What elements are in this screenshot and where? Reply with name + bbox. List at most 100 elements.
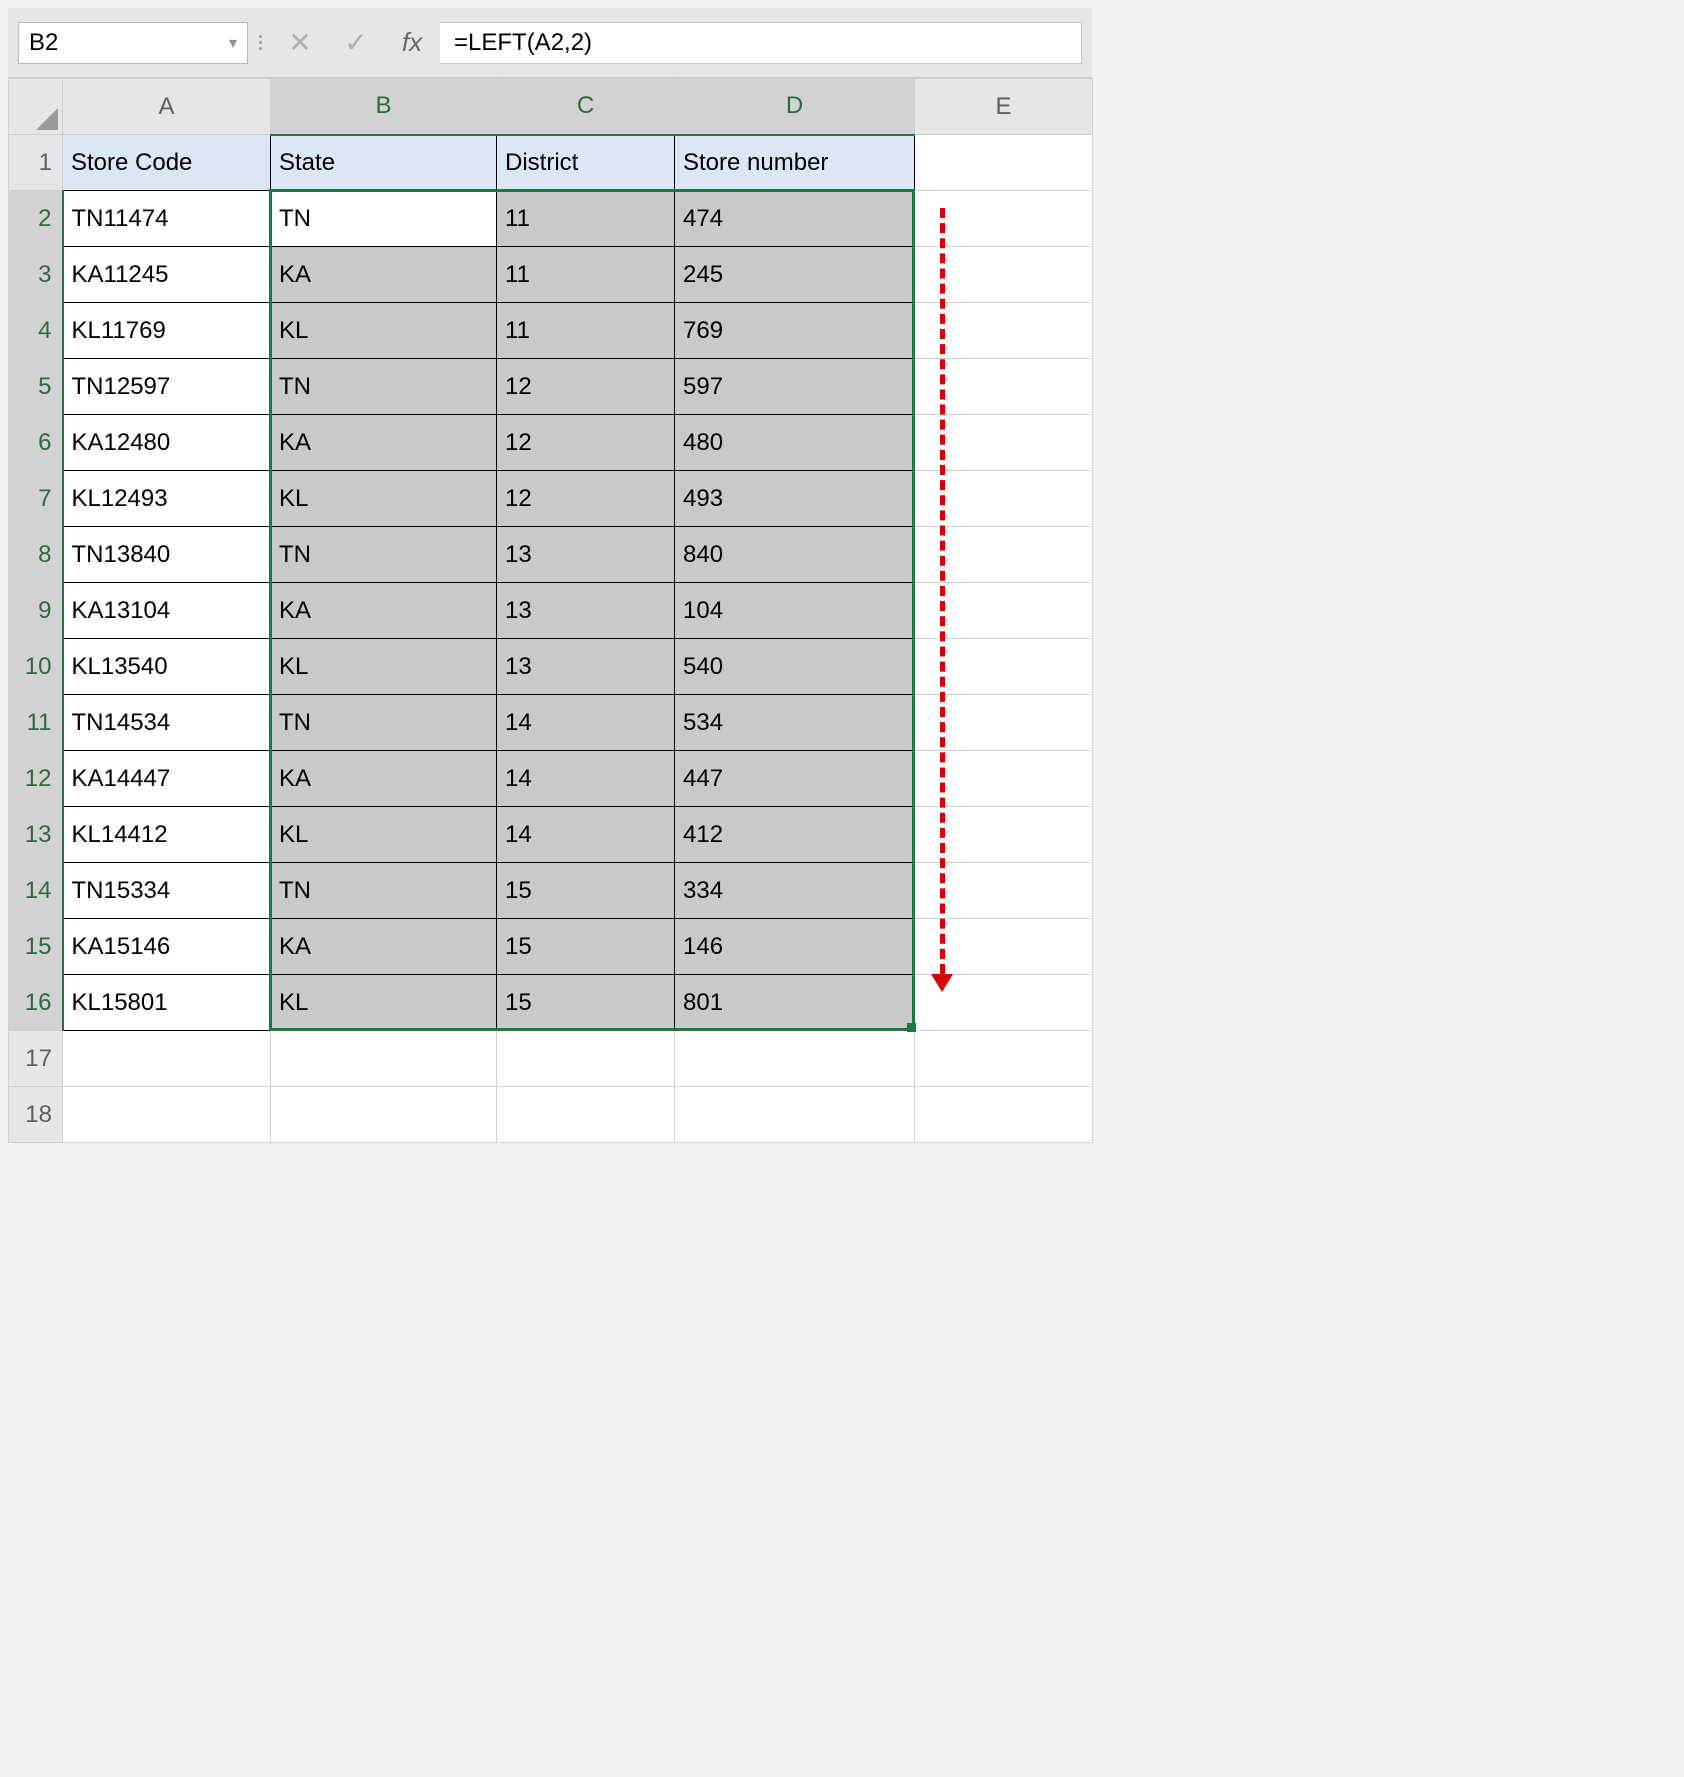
cell-D8[interactable]: 840 (675, 527, 915, 583)
select-all-corner[interactable] (9, 79, 63, 135)
cell-A4[interactable]: KL11769 (63, 303, 271, 359)
row-header[interactable]: 10 (9, 639, 63, 695)
cell-E18[interactable] (915, 1087, 1093, 1143)
cell-D18[interactable] (675, 1087, 915, 1143)
name-box-dropdown-icon[interactable]: ▾ (229, 33, 237, 53)
cell-D3[interactable]: 245 (675, 247, 915, 303)
cell-E13[interactable] (915, 807, 1093, 863)
row-header[interactable]: 2 (9, 191, 63, 247)
row-header[interactable]: 8 (9, 527, 63, 583)
cell-E11[interactable] (915, 695, 1093, 751)
cell-B4[interactable]: KL (271, 303, 497, 359)
cell-C15[interactable]: 15 (497, 919, 675, 975)
cell-A5[interactable]: TN12597 (63, 359, 271, 415)
cell-C6[interactable]: 12 (497, 415, 675, 471)
cell-A16[interactable]: KL15801 (63, 975, 271, 1031)
spreadsheet-grid[interactable]: A B C D E 1Store CodeStateDistrictStore … (8, 78, 1092, 1143)
cell-D1[interactable]: Store number (675, 135, 915, 191)
cell-C1[interactable]: District (497, 135, 675, 191)
cell-A2[interactable]: TN11474 (63, 191, 271, 247)
cell-A11[interactable]: TN14534 (63, 695, 271, 751)
cell-C7[interactable]: 12 (497, 471, 675, 527)
row-header[interactable]: 11 (9, 695, 63, 751)
cell-E12[interactable] (915, 751, 1093, 807)
cell-E4[interactable] (915, 303, 1093, 359)
col-header-A[interactable]: A (63, 79, 271, 135)
cell-B6[interactable]: KA (271, 415, 497, 471)
cell-A14[interactable]: TN15334 (63, 863, 271, 919)
cell-A1[interactable]: Store Code (63, 135, 271, 191)
cell-B15[interactable]: KA (271, 919, 497, 975)
cell-D12[interactable]: 447 (675, 751, 915, 807)
row-header[interactable]: 3 (9, 247, 63, 303)
formula-cancel-button[interactable]: ✕ (272, 22, 328, 64)
cell-D5[interactable]: 597 (675, 359, 915, 415)
cell-E9[interactable] (915, 583, 1093, 639)
cell-D16[interactable]: 801 (675, 975, 915, 1031)
formula-enter-button[interactable]: ✓ (328, 22, 384, 64)
cell-D17[interactable] (675, 1031, 915, 1087)
row-header[interactable]: 12 (9, 751, 63, 807)
cell-E6[interactable] (915, 415, 1093, 471)
row-header[interactable]: 5 (9, 359, 63, 415)
cell-A13[interactable]: KL14412 (63, 807, 271, 863)
cell-C17[interactable] (497, 1031, 675, 1087)
row-header[interactable]: 4 (9, 303, 63, 359)
cell-B11[interactable]: TN (271, 695, 497, 751)
cell-C2[interactable]: 11 (497, 191, 675, 247)
cell-D13[interactable]: 412 (675, 807, 915, 863)
cell-A15[interactable]: KA15146 (63, 919, 271, 975)
row-header[interactable]: 7 (9, 471, 63, 527)
cell-B1[interactable]: State (271, 135, 497, 191)
cell-B2[interactable]: TN (271, 191, 497, 247)
col-header-B[interactable]: B (271, 79, 497, 135)
cell-E15[interactable] (915, 919, 1093, 975)
row-header[interactable]: 9 (9, 583, 63, 639)
cell-D9[interactable]: 104 (675, 583, 915, 639)
cell-A9[interactable]: KA13104 (63, 583, 271, 639)
cell-B12[interactable]: KA (271, 751, 497, 807)
cell-A3[interactable]: KA11245 (63, 247, 271, 303)
cell-D7[interactable]: 493 (675, 471, 915, 527)
cell-D10[interactable]: 540 (675, 639, 915, 695)
cell-D6[interactable]: 480 (675, 415, 915, 471)
cell-B14[interactable]: TN (271, 863, 497, 919)
cell-E14[interactable] (915, 863, 1093, 919)
cell-C4[interactable]: 11 (497, 303, 675, 359)
cell-E3[interactable] (915, 247, 1093, 303)
cell-C5[interactable]: 12 (497, 359, 675, 415)
row-header[interactable]: 15 (9, 919, 63, 975)
name-box[interactable]: B2 ▾ (18, 22, 248, 64)
row-header[interactable]: 13 (9, 807, 63, 863)
cell-B5[interactable]: TN (271, 359, 497, 415)
cell-C11[interactable]: 14 (497, 695, 675, 751)
row-header[interactable]: 1 (9, 135, 63, 191)
cell-B13[interactable]: KL (271, 807, 497, 863)
cell-E10[interactable] (915, 639, 1093, 695)
cell-B17[interactable] (271, 1031, 497, 1087)
cell-E7[interactable] (915, 471, 1093, 527)
cell-C16[interactable]: 15 (497, 975, 675, 1031)
insert-function-button[interactable]: fx (384, 22, 440, 64)
cell-B8[interactable]: TN (271, 527, 497, 583)
cell-B10[interactable]: KL (271, 639, 497, 695)
cell-D4[interactable]: 769 (675, 303, 915, 359)
cell-D2[interactable]: 474 (675, 191, 915, 247)
cell-C14[interactable]: 15 (497, 863, 675, 919)
cell-A12[interactable]: KA14447 (63, 751, 271, 807)
row-header[interactable]: 17 (9, 1031, 63, 1087)
cell-E5[interactable] (915, 359, 1093, 415)
col-header-E[interactable]: E (915, 79, 1093, 135)
cell-A8[interactable]: TN13840 (63, 527, 271, 583)
row-header[interactable]: 6 (9, 415, 63, 471)
cell-C3[interactable]: 11 (497, 247, 675, 303)
cell-B7[interactable]: KL (271, 471, 497, 527)
cell-C8[interactable]: 13 (497, 527, 675, 583)
cell-A7[interactable]: KL12493 (63, 471, 271, 527)
cell-B3[interactable]: KA (271, 247, 497, 303)
cell-B16[interactable]: KL (271, 975, 497, 1031)
cell-B9[interactable]: KA (271, 583, 497, 639)
col-header-C[interactable]: C (497, 79, 675, 135)
cell-E16[interactable] (915, 975, 1093, 1031)
cell-C9[interactable]: 13 (497, 583, 675, 639)
